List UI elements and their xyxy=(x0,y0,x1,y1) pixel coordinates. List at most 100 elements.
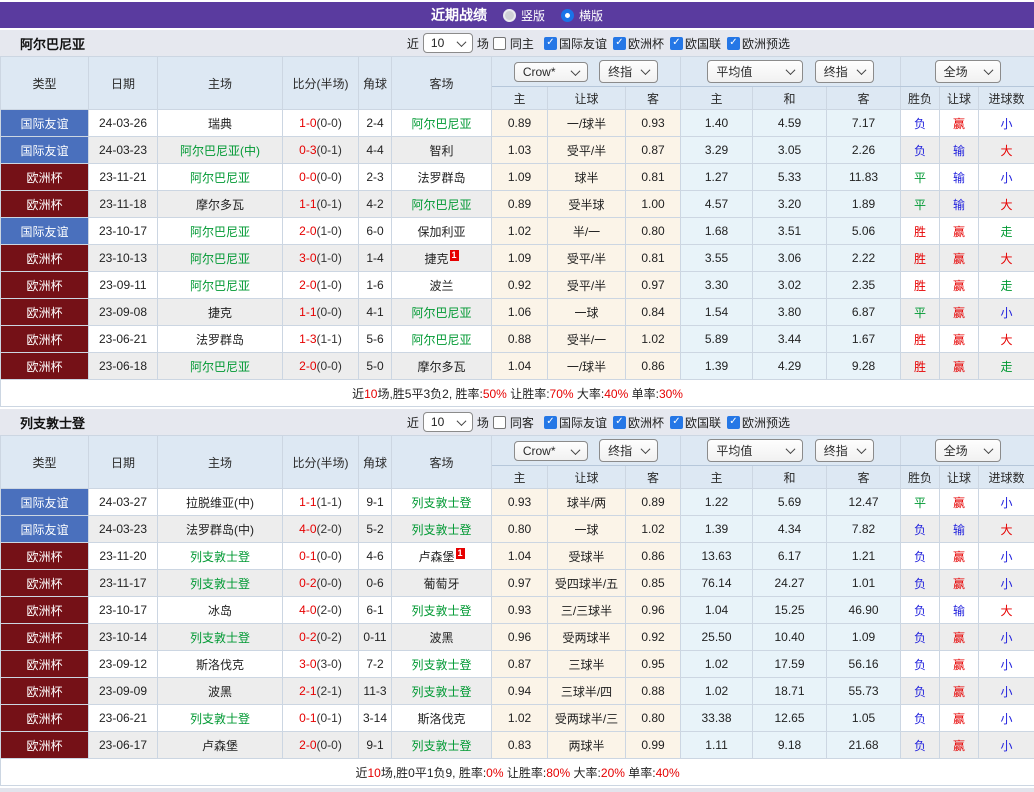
match-type-badge: 欧洲杯 xyxy=(1,705,89,732)
result-handicap: 赢 xyxy=(940,543,979,570)
fulltime-score: 3-0 xyxy=(299,657,316,671)
avg-home: 3.29 xyxy=(681,137,753,164)
score-cell: 2-0(0-0) xyxy=(283,732,359,759)
team-label: 斯洛伐克 xyxy=(196,658,244,672)
average-select[interactable]: 平均值 xyxy=(707,439,803,462)
near-label: 近 xyxy=(407,414,419,431)
avg-home: 4.57 xyxy=(681,191,753,218)
league-checkbox-group: ✓国际友谊✓欧洲杯✓欧国联✓欧洲预选 xyxy=(538,35,790,52)
fulltime-group-header: 全场 xyxy=(901,436,1034,466)
away-team: 波黑 xyxy=(392,624,492,651)
score-cell: 0-1(0-0) xyxy=(283,543,359,570)
league-checkbox[interactable]: ✓ xyxy=(544,37,557,50)
league-checkbox[interactable]: ✓ xyxy=(613,37,626,50)
home-team: 卢森堡 xyxy=(158,732,283,759)
away-team: 列支敦士登 xyxy=(392,651,492,678)
league-checkbox[interactable]: ✓ xyxy=(613,416,626,429)
team-label: 葡萄牙 xyxy=(423,577,459,591)
result-goals: 小 xyxy=(979,164,1034,191)
score-cell: 2-1(2-1) xyxy=(283,678,359,705)
final-avg-select[interactable]: 终指 xyxy=(815,60,874,83)
halftime-score: (1-0) xyxy=(317,224,342,238)
avg-draw: 24.27 xyxy=(753,570,827,597)
chevron-down-icon xyxy=(786,444,796,454)
subcol-result-goals: 进球数 xyxy=(979,466,1034,489)
same-venue-checkbox[interactable] xyxy=(493,37,506,50)
bookmaker-select[interactable]: Crow* xyxy=(514,441,588,461)
league-checkbox[interactable]: ✓ xyxy=(727,416,740,429)
match-type-badge: 国际友谊 xyxy=(1,110,89,137)
odds-handicap: 球半 xyxy=(548,164,626,191)
halftime-score: (3-0) xyxy=(317,657,342,671)
avg-away: 2.26 xyxy=(827,137,901,164)
league-checkbox[interactable]: ✓ xyxy=(670,37,683,50)
away-team: 列支敦士登 xyxy=(392,516,492,543)
avg-away: 1.21 xyxy=(827,543,901,570)
fulltime-score: 0-2 xyxy=(299,576,316,590)
radio-vertical-icon[interactable] xyxy=(503,9,516,22)
result-outcome: 平 xyxy=(901,299,940,326)
filter-controls: 近 10 场 同客 ✓国际友谊✓欧洲杯✓欧国联✓欧洲预选 xyxy=(407,412,790,432)
odds-home: 1.04 xyxy=(492,543,548,570)
avg-draw: 15.25 xyxy=(753,597,827,624)
bookmaker-select[interactable]: Crow* xyxy=(514,62,588,82)
result-outcome: 平 xyxy=(901,489,940,516)
score-cell: 1-3(1-1) xyxy=(283,326,359,353)
score-cell: 0-3(0-1) xyxy=(283,137,359,164)
home-team: 拉脱维亚(中) xyxy=(158,489,283,516)
result-handicap: 赢 xyxy=(940,218,979,245)
fulltime-group-header: 全场 xyxy=(901,57,1034,87)
league-checkbox[interactable]: ✓ xyxy=(544,416,557,429)
final-odds-select[interactable]: 终指 xyxy=(599,60,658,83)
chevron-down-icon xyxy=(856,444,866,454)
match-date: 23-11-17 xyxy=(89,570,158,597)
match-date: 24-03-23 xyxy=(89,137,158,164)
radio-horizontal-icon[interactable] xyxy=(561,9,574,22)
final-avg-select[interactable]: 终指 xyxy=(815,439,874,462)
fulltime-score: 1-1 xyxy=(299,495,316,509)
avg-home: 5.89 xyxy=(681,326,753,353)
avg-draw: 3.20 xyxy=(753,191,827,218)
avg-away: 1.09 xyxy=(827,624,901,651)
avg-home: 3.30 xyxy=(681,272,753,299)
home-team: 冰岛 xyxy=(158,597,283,624)
league-checkbox[interactable]: ✓ xyxy=(727,37,740,50)
avg-away: 7.17 xyxy=(827,110,901,137)
layout-radio-horizontal[interactable]: 横版 xyxy=(561,7,603,24)
match-date: 23-10-17 xyxy=(89,218,158,245)
same-venue-checkbox[interactable] xyxy=(493,416,506,429)
result-outcome: 负 xyxy=(901,624,940,651)
odds-handicap: 受两球半/三 xyxy=(548,705,626,732)
halftime-score: (0-2) xyxy=(317,630,342,644)
avg-home: 13.63 xyxy=(681,543,753,570)
layout-radio-vertical[interactable]: 竖版 xyxy=(503,7,545,24)
home-team: 斯洛伐克 xyxy=(158,651,283,678)
odds-handicap: 一球 xyxy=(548,516,626,543)
match-date: 23-09-12 xyxy=(89,651,158,678)
away-team: 波兰 xyxy=(392,272,492,299)
halftime-score: (0-1) xyxy=(317,143,342,157)
avg-away: 1.67 xyxy=(827,326,901,353)
fulltime-select[interactable]: 全场 xyxy=(935,60,1001,83)
subcol-result-handicap: 让球 xyxy=(940,466,979,489)
fulltime-select[interactable]: 全场 xyxy=(935,439,1001,462)
odds-handicap: 受平/半 xyxy=(548,272,626,299)
match-row: 欧洲杯23-11-21阿尔巴尼亚0-0(0-0)2-3法罗群岛1.09球半0.8… xyxy=(1,164,1034,191)
final-odds-select[interactable]: 终指 xyxy=(599,439,658,462)
subcol-odds-home: 主 xyxy=(492,87,548,110)
odds-home: 1.03 xyxy=(492,137,548,164)
team-label: 卢森堡 xyxy=(418,550,454,564)
avg-home: 1.22 xyxy=(681,489,753,516)
team-label: 阿尔巴尼亚 xyxy=(190,279,250,293)
odds-home: 1.06 xyxy=(492,299,548,326)
average-select[interactable]: 平均值 xyxy=(707,60,803,83)
fulltime-score: 2-1 xyxy=(299,684,316,698)
odds-handicap: 受四球半/五 xyxy=(548,570,626,597)
avg-home: 1.54 xyxy=(681,299,753,326)
league-checkbox[interactable]: ✓ xyxy=(670,416,683,429)
games-count-select[interactable]: 10 xyxy=(423,33,473,53)
col-date: 日期 xyxy=(89,57,158,110)
games-count-select[interactable]: 10 xyxy=(423,412,473,432)
result-outcome: 负 xyxy=(901,651,940,678)
avg-away: 56.16 xyxy=(827,651,901,678)
